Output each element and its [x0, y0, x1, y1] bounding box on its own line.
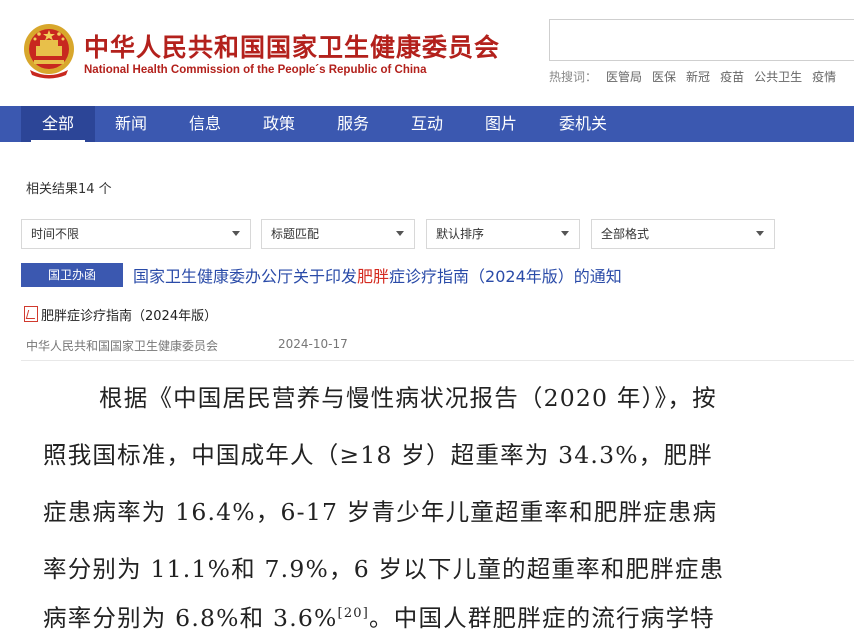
hot-term[interactable]: 新冠 [686, 70, 710, 84]
preview-text: 病率分别为 6.8%和 3.6% [43, 604, 338, 632]
nav-tab-news[interactable]: 新闻 [104, 106, 158, 142]
result-title-link[interactable]: 国家卫生健康委办公厅关于印发肥胖症诊疗指南（2024年版）的通知 [133, 263, 622, 287]
hot-term[interactable]: 公共卫生 [754, 70, 802, 84]
chevron-down-icon [756, 231, 764, 236]
preview-text: 。中国人群肥胖症的流行病学特 [369, 604, 715, 632]
format-filter-select[interactable]: 全部格式 [591, 219, 775, 249]
sort-filter-select[interactable]: 默认排序 [426, 219, 580, 249]
site-title-en: National Health Commission of the People… [84, 64, 427, 76]
match-filter-select[interactable]: 标题匹配 [261, 219, 415, 249]
nav-tab-all[interactable]: 全部 [21, 106, 95, 142]
match-filter-value: 标题匹配 [271, 227, 320, 241]
attachment-link[interactable]: 肥胖症诊疗指南（2024年版） [41, 305, 217, 324]
hot-term[interactable]: 医保 [652, 70, 676, 84]
chevron-down-icon [396, 231, 404, 236]
search-input[interactable] [549, 19, 854, 61]
result-title-highlight: 肥胖 [357, 267, 390, 286]
preview-line: 根据《中国居民营养与慢性病状况报告（2020 年）》，按 [99, 384, 717, 412]
nav-tab-organs[interactable]: 委机关 [548, 106, 618, 142]
nav-tab-images[interactable]: 图片 [474, 106, 528, 142]
citation-ref: [20] [337, 606, 370, 622]
result-title-part: 国家卫生健康委办公厅关于印发 [133, 267, 358, 286]
preview-line: 病率分别为 6.8%和 3.6%[20]。中国人群肥胖症的流行病学特 [43, 599, 715, 633]
hot-search-terms: 热搜词： 医管局 医保 新冠 疫苗 公共卫生 疫情 [549, 68, 846, 85]
hot-term[interactable]: 医管局 [606, 70, 642, 84]
chevron-down-icon [232, 231, 240, 236]
nav-tab-service[interactable]: 服务 [326, 106, 380, 142]
doc-type-badge: 国卫办函 [21, 263, 123, 287]
preview-line: 率分别为 11.1%和 7.9%，6 岁以下儿童的超重率和肥胖症患 [43, 555, 725, 583]
hot-term[interactable]: 疫苗 [720, 70, 744, 84]
national-emblem-icon [24, 24, 74, 79]
format-filter-value: 全部格式 [601, 227, 650, 241]
nav-tab-label: 全部 [41, 114, 74, 133]
hot-term[interactable]: 疫情 [812, 70, 836, 84]
time-filter-value: 时间不限 [31, 227, 80, 241]
nav-tab-info[interactable]: 信息 [178, 106, 232, 142]
nav-tab-interaction[interactable]: 互动 [400, 106, 454, 142]
nav-tab-policy[interactable]: 政策 [252, 106, 306, 142]
preview-line: 照我国标准，中国成年人（≥18 岁）超重率为 34.3%，肥胖 [43, 441, 713, 469]
site-title-cn[interactable]: 中华人民共和国国家卫生健康委员会 [84, 28, 500, 64]
chevron-down-icon [561, 231, 569, 236]
active-tab-indicator [31, 140, 85, 142]
pdf-icon [24, 306, 38, 322]
time-filter-select[interactable]: 时间不限 [21, 219, 251, 249]
result-source: 中华人民共和国国家卫生健康委员会 [26, 339, 219, 353]
result-date: 2024-10-17 [278, 337, 348, 351]
preview-line: 症患病率为 16.4%，6-17 岁青少年儿童超重率和肥胖症患病 [43, 498, 718, 526]
result-title-part: 症诊疗指南（2024年版）的通知 [389, 267, 622, 286]
main-nav: 全部 新闻 信息 政策 服务 互动 图片 委机关 [0, 106, 854, 142]
hot-search-label: 热搜词： [549, 70, 598, 84]
sort-filter-value: 默认排序 [436, 227, 485, 241]
document-preview: 根据《中国居民营养与慢性病状况报告（2020 年）》，按 照我国标准，中国成年人… [21, 360, 854, 643]
site-header: 中华人民共和国国家卫生健康委员会 National Health Commiss… [0, 0, 854, 106]
result-count: 相关结果14 个 [26, 182, 112, 197]
